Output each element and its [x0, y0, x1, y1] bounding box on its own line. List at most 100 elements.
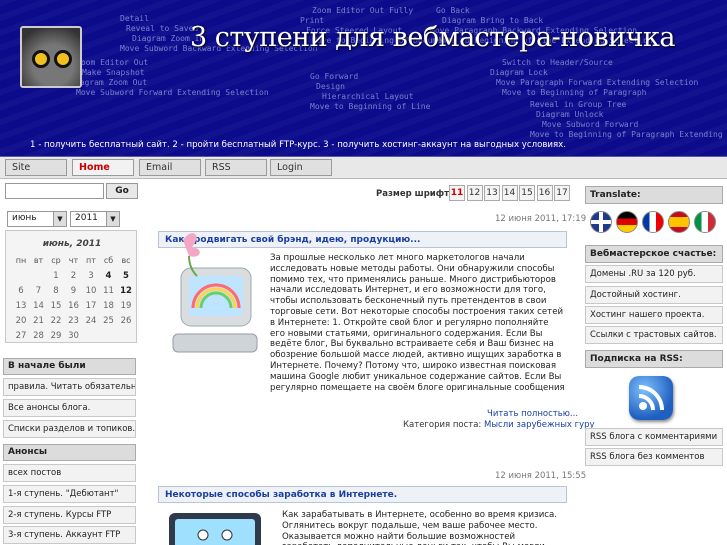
france-flag-icon[interactable]: [642, 211, 664, 233]
tab-email[interactable]: Email: [139, 159, 201, 176]
header-bg-text: Make Snapshot: [82, 68, 145, 77]
calendar-day[interactable]: 11: [101, 286, 117, 296]
calendar-day[interactable]: 26: [118, 316, 134, 326]
calendar-day[interactable]: 3: [83, 271, 99, 281]
calendar-day[interactable]: 10: [83, 286, 99, 296]
calendar-day[interactable]: 7: [31, 286, 47, 296]
font-size-option[interactable]: 16: [536, 185, 553, 201]
font-size-option[interactable]: 14: [501, 185, 518, 201]
calendar-day[interactable]: 22: [48, 316, 64, 326]
calendar-day[interactable]: 21: [31, 316, 47, 326]
calendar-day[interactable]: 19: [118, 301, 134, 311]
header-bg-text: Switch to Header/Source: [502, 58, 613, 67]
header-bg-text: Move Subword Forward Extending Selection: [76, 88, 269, 97]
year-select[interactable]: 2011 ▼: [70, 211, 120, 227]
tab-rss[interactable]: RSS: [205, 159, 267, 176]
font-size-option[interactable]: 11: [449, 185, 465, 201]
post-category-label: Категория поста:: [403, 420, 482, 430]
translate-title: Translate:: [585, 186, 723, 204]
calendar-weekday: пн: [15, 256, 27, 265]
sidebar-link[interactable]: 3-я ступень. Аккаунт FTP: [3, 526, 136, 544]
calendar-day[interactable]: 25: [101, 316, 117, 326]
calendar-day[interactable]: 9: [66, 286, 82, 296]
italy-flag-icon[interactable]: [694, 211, 716, 233]
calendar-day[interactable]: 14: [31, 301, 47, 311]
calendar-day[interactable]: 8: [48, 286, 64, 296]
calendar-day[interactable]: 23: [66, 316, 82, 326]
calendar-day[interactable]: 24: [83, 316, 99, 326]
sidebar-link[interactable]: всех постов: [3, 464, 136, 482]
header-bg-text: Go Forward: [310, 72, 359, 81]
site-title[interactable]: 3 ступени для вебмастера-новичка: [190, 22, 676, 53]
month-select[interactable]: июнь ▼: [7, 211, 67, 227]
calendar-day[interactable]: 6: [13, 286, 29, 296]
calendar-day[interactable]: 27: [13, 331, 29, 341]
font-size-option[interactable]: 13: [484, 185, 500, 201]
header-bg-text: Zoom Editor Out: [76, 58, 149, 67]
calendar-day[interactable]: 16: [66, 301, 82, 311]
uk-flag-icon[interactable]: [590, 211, 612, 233]
chevron-down-icon[interactable]: ▼: [106, 212, 119, 226]
sidebar-link[interactable]: Списки разделов и топиков.: [3, 420, 136, 438]
sidebar-link[interactable]: 1-я ступень. "Дебютант": [3, 485, 136, 503]
post-image-computer-rainbow[interactable]: [163, 226, 262, 365]
tab-home[interactable]: Home: [72, 159, 134, 176]
germany-flag-icon[interactable]: [616, 211, 638, 233]
header-bg-text: Hierarchical Layout: [322, 92, 414, 101]
calendar-day[interactable]: 30: [66, 331, 82, 341]
header-bg-text: Move to Beginning of Paragraph: [502, 88, 647, 97]
calendar-day[interactable]: 28: [31, 331, 47, 341]
calendar-day[interactable]: 4: [101, 271, 117, 281]
rss-link[interactable]: RSS блога без комментов: [585, 448, 723, 466]
calendar-day[interactable]: 17: [83, 301, 99, 311]
search-input[interactable]: [5, 183, 104, 199]
post-category-link[interactable]: Мысли зарубежных гуру: [484, 420, 595, 430]
calendar-day[interactable]: 29: [48, 331, 64, 341]
calendar: июнь, 2011 пн вт ср чт пт сб вс 1 2 3 4 5 6 7 8 9 10 11 12…: [5, 230, 137, 343]
header-bg-text: Move to Beginning of Line: [310, 102, 431, 111]
chevron-down-icon[interactable]: ▼: [53, 212, 66, 226]
post-excerpt: За прошлые несколько лет много маркетоло…: [270, 253, 565, 393]
happiness-link[interactable]: Достойный хостинг.: [585, 286, 723, 304]
font-size-option[interactable]: 15: [519, 185, 535, 201]
sidebar-link[interactable]: Все анонсы блога.: [3, 399, 136, 417]
site-header: Detail Zoom Editor Out Zoom Editor Out Ful…: [0, 0, 727, 157]
post-excerpt: Как зарабатывать в Интернете, особенно в…: [282, 510, 557, 545]
month-select-value: июнь: [12, 213, 37, 223]
happiness-link[interactable]: Хостинг нашего проекта.: [585, 306, 723, 324]
font-size-option[interactable]: 17: [554, 185, 570, 201]
calendar-day[interactable]: 2: [66, 271, 82, 281]
calendar-day[interactable]: 15: [48, 301, 64, 311]
rss-link[interactable]: RSS блога с комментариями: [585, 428, 723, 446]
header-bg-text: Diagram Lock: [490, 68, 548, 77]
rss-icon[interactable]: [629, 376, 673, 420]
header-bg-text: Move Subword Forward: [542, 120, 639, 129]
calendar-day[interactable]: 12: [118, 286, 134, 296]
search-go-button[interactable]: Go: [106, 183, 138, 199]
happiness-link[interactable]: Домены .RU за 120 руб.: [585, 265, 723, 283]
happiness-link[interactable]: Ссылки с трастовых сайтов.: [585, 326, 723, 344]
sidebar-link[interactable]: правила. Читать обязательно!: [3, 378, 136, 396]
post-image-computer[interactable]: [163, 509, 268, 545]
sidebar-link[interactable]: 2-я ступень. Курсы FTP: [3, 506, 136, 524]
tab-site[interactable]: Site: [5, 159, 67, 176]
post-date: 12 июня 2011, 17:19: [495, 214, 587, 224]
year-select-value: 2011: [75, 213, 98, 223]
calendar-day[interactable]: 18: [101, 301, 117, 311]
owl-logo[interactable]: [20, 26, 82, 88]
tab-login[interactable]: Login: [270, 159, 332, 176]
calendar-day[interactable]: 20: [13, 316, 29, 326]
read-more-link[interactable]: Читать полностью...: [487, 409, 578, 419]
header-bg-text: Zoom Editor Out Fully: [312, 6, 414, 15]
calendar-day[interactable]: 13: [13, 301, 29, 311]
font-size-option[interactable]: 12: [466, 185, 483, 201]
tab-login-label: Login: [277, 162, 303, 173]
post-title-link[interactable]: Некоторые способы заработка в Интернете.: [158, 486, 567, 503]
spain-flag-icon[interactable]: [668, 211, 690, 233]
post-category: Категория поста: Мысли зарубежных гуру: [403, 420, 595, 430]
calendar-day[interactable]: 5: [118, 271, 134, 281]
post-date: 12 июня 2011, 15:55: [495, 471, 587, 481]
calendar-title: июнь, 2011: [42, 239, 102, 249]
calendar-weekday: пт: [86, 256, 96, 265]
calendar-day[interactable]: 1: [48, 271, 64, 281]
